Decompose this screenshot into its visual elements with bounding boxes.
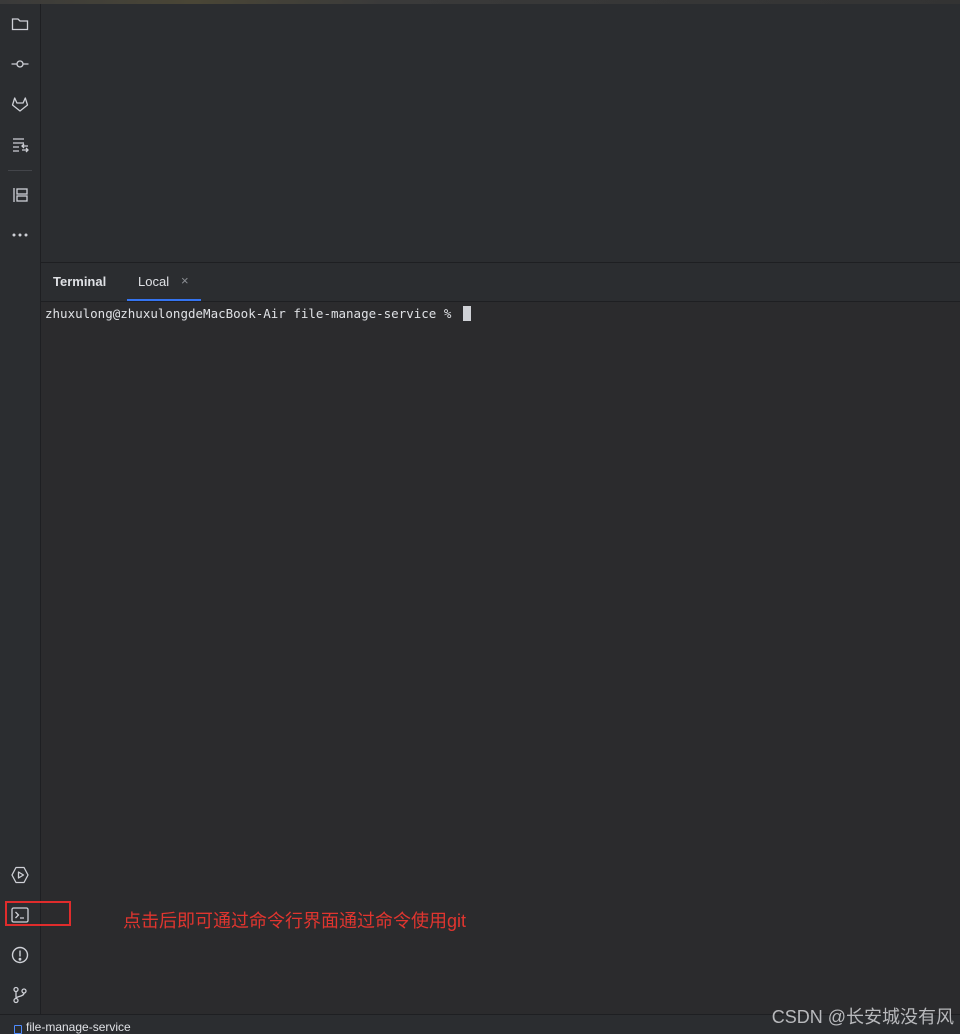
active-tab-indicator bbox=[127, 299, 201, 301]
run-icon[interactable] bbox=[6, 861, 34, 889]
problems-icon[interactable] bbox=[6, 941, 34, 969]
status-project-name[interactable]: file-manage-service bbox=[26, 1020, 131, 1034]
terminal-prompt: zhuxulong@zhuxulongdeMacBook-Air file-ma… bbox=[45, 306, 459, 321]
commit-icon[interactable] bbox=[6, 50, 34, 78]
terminal-title: Terminal bbox=[53, 274, 107, 289]
pull-requests-icon[interactable] bbox=[6, 130, 34, 158]
terminal-cursor bbox=[462, 306, 471, 321]
folder-icon[interactable] bbox=[6, 10, 34, 38]
terminal-tab-bar: Terminal Local × bbox=[41, 263, 960, 302]
sidebar-separator bbox=[8, 170, 32, 171]
terminal-icon-highlight-box bbox=[5, 901, 71, 926]
terminal-prompt-line: zhuxulong@zhuxulongdeMacBook-Air file-ma… bbox=[45, 306, 471, 322]
annotation-text: 点击后即可通过命令行界面通过命令使用git bbox=[123, 911, 467, 931]
editor-area bbox=[41, 4, 960, 263]
gitlab-icon[interactable] bbox=[6, 90, 34, 118]
watermark: CSDN @长安城没有风 bbox=[771, 1007, 954, 1027]
tab-local-label: Local bbox=[138, 274, 170, 289]
tab-local[interactable]: Local × bbox=[127, 263, 201, 301]
close-icon[interactable]: × bbox=[181, 273, 189, 288]
tool-window-sidebar bbox=[0, 4, 41, 1014]
git-branch-icon[interactable] bbox=[6, 981, 34, 1009]
structure-icon[interactable] bbox=[6, 181, 34, 209]
more-icon[interactable] bbox=[6, 221, 34, 249]
